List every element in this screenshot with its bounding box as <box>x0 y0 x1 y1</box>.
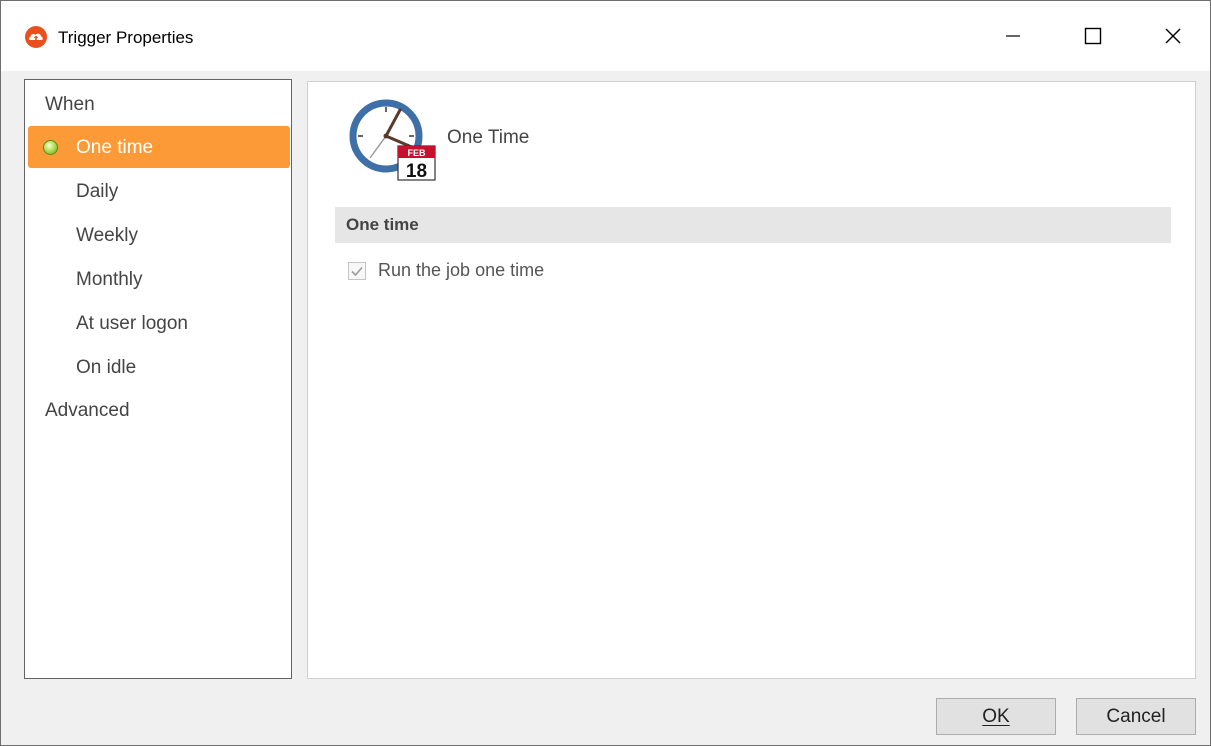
minimize-icon <box>1006 35 1020 37</box>
trigger-type-list: When One time Daily Weekly Monthly At us… <box>24 79 292 679</box>
calendar-day: 18 <box>406 161 427 182</box>
group-label-advanced[interactable]: Advanced <box>45 400 130 422</box>
maximize-button[interactable] <box>1070 13 1116 59</box>
section-header-label: One time <box>346 215 419 234</box>
sidebar-item-label: Weekly <box>76 225 138 246</box>
cancel-button[interactable]: Cancel <box>1076 698 1196 735</box>
trigger-settings-panel: FEB 18 One Time One time Run the job one… <box>307 81 1196 679</box>
clock-calendar-icon: FEB 18 <box>349 99 436 182</box>
maximize-icon <box>1084 27 1102 45</box>
cloud-upload-icon <box>25 26 47 48</box>
close-icon <box>1165 28 1181 44</box>
section-header: One time <box>335 207 1171 243</box>
close-button[interactable] <box>1150 13 1196 59</box>
window-title: Trigger Properties <box>58 28 194 47</box>
calendar-month: FEB <box>408 148 427 158</box>
trigger-properties-window: Trigger Properties When One time Daily W… <box>0 0 1211 746</box>
sidebar-item-label: One time <box>76 137 154 158</box>
sidebar-item-monthly[interactable]: Monthly <box>28 258 290 300</box>
checkmark-icon <box>351 266 363 277</box>
trigger-title: One Time <box>447 127 530 148</box>
sidebar-item-label: At user logon <box>76 313 188 334</box>
sidebar-item-on-idle[interactable]: On idle <box>28 346 290 388</box>
minimize-button[interactable] <box>990 13 1036 59</box>
sidebar-item-label: On idle <box>76 357 137 378</box>
sidebar-item-one-time[interactable]: One time <box>28 126 290 168</box>
run-once-checkbox[interactable] <box>348 262 366 280</box>
green-bullet-icon <box>43 140 58 155</box>
sidebar-item-daily[interactable]: Daily <box>28 170 290 212</box>
sidebar-item-at-user-logon[interactable]: At user logon <box>28 302 290 344</box>
sidebar-item-weekly[interactable]: Weekly <box>28 214 290 256</box>
run-once-checkbox-label: Run the job one time <box>378 260 545 280</box>
title-bar[interactable]: Trigger Properties <box>1 1 1210 71</box>
sidebar-item-label: Monthly <box>76 269 143 290</box>
sidebar-item-label: Daily <box>76 181 119 202</box>
ok-button[interactable]: OK <box>936 698 1056 735</box>
group-label-when: When <box>45 94 95 115</box>
